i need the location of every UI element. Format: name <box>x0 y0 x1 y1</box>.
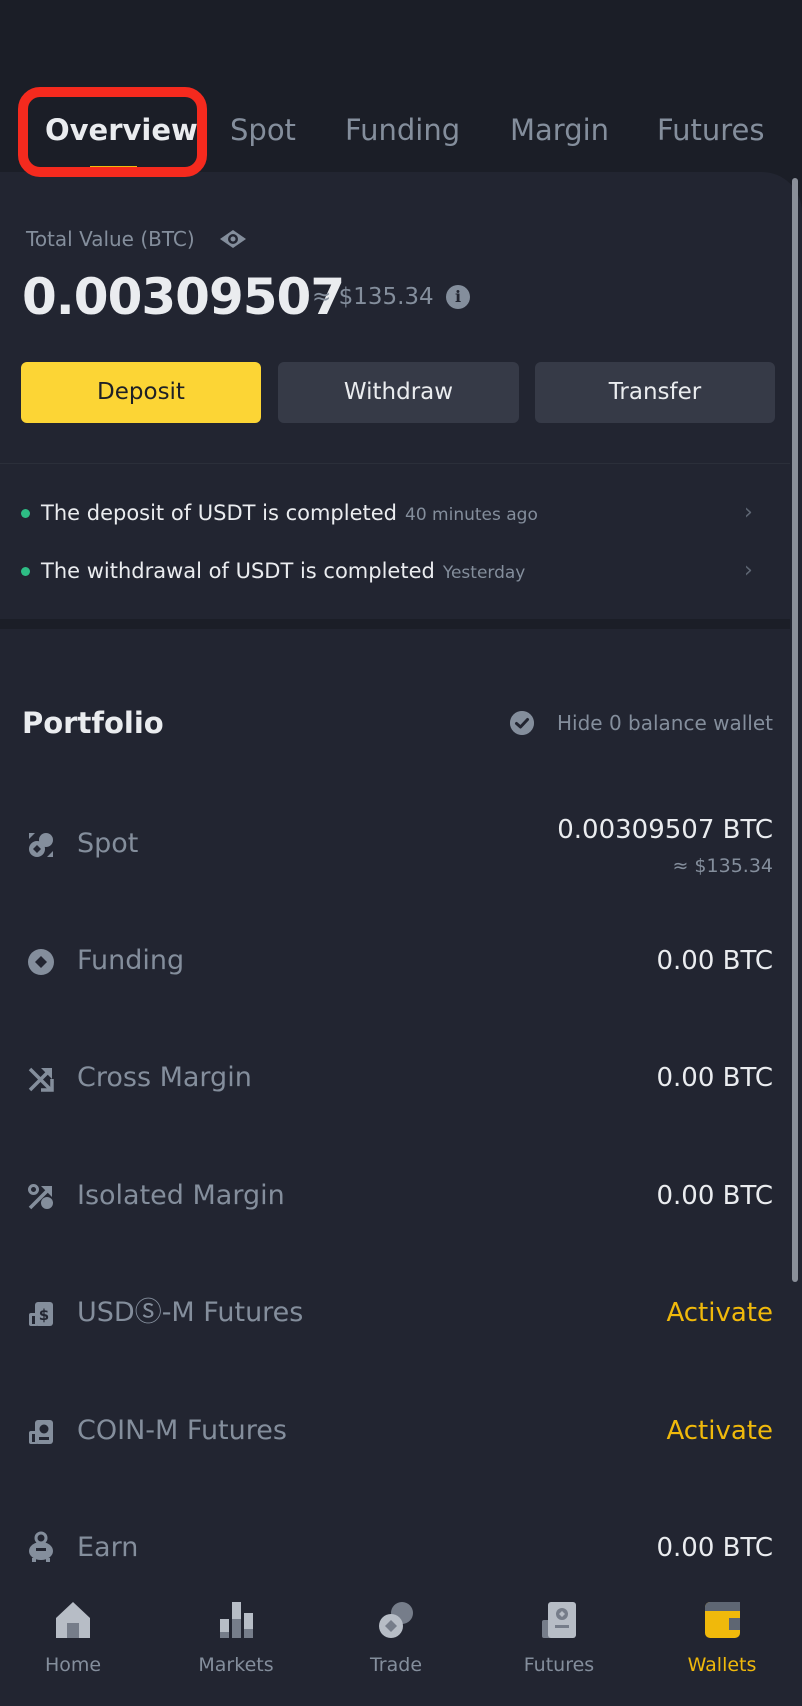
chevron-right-icon: › <box>744 500 753 525</box>
futures-icon <box>542 1602 576 1638</box>
wallet-row-cross-margin[interactable]: Cross Margin 0.00 BTC <box>0 1048 790 1108</box>
wallet-balance: 0.00 BTC <box>656 1533 773 1563</box>
wallet-row-usds-m-futures[interactable]: $ USDⓈ-M Futures Activate <box>0 1283 790 1343</box>
funding-icon <box>28 949 54 975</box>
nav-trade[interactable]: Trade <box>326 1583 466 1706</box>
notice-time: 40 minutes ago <box>405 505 538 525</box>
cross-margin-icon <box>28 1067 54 1092</box>
withdraw-button[interactable]: Withdraw <box>278 362 519 423</box>
wallet-balance: 0.00 BTC <box>656 1063 773 1093</box>
portfolio-title: Portfolio <box>22 706 164 740</box>
tab-spot[interactable]: Spot <box>230 110 296 150</box>
wallet-name: USDⓈ-M Futures <box>77 1297 304 1328</box>
chevron-right-icon: › <box>744 558 753 583</box>
notice-text: The withdrawal of USDT is completed Yeste… <box>41 557 525 587</box>
nav-label: Home <box>44 1654 102 1676</box>
info-icon[interactable]: i <box>446 285 470 309</box>
coin-m-futures-icon <box>29 1420 53 1444</box>
wallet-balance: 0.00 BTC <box>656 946 773 976</box>
total-value-label: Total Value (BTC) <box>26 227 195 251</box>
home-icon <box>56 1602 90 1638</box>
wallet-name: Cross Margin <box>77 1062 252 1093</box>
eye-icon[interactable] <box>219 229 247 249</box>
wallet-name: Earn <box>77 1532 139 1563</box>
notice-message: The deposit of USDT is completed <box>41 501 398 525</box>
wallet-balance: 0.00 BTC <box>656 1181 773 1211</box>
earn-icon <box>29 1531 53 1562</box>
wallet-name: Funding <box>77 945 185 976</box>
spot-icon <box>29 833 53 857</box>
tab-funding[interactable]: Funding <box>345 110 460 150</box>
check-circle-icon[interactable] <box>510 711 534 735</box>
usds-m-futures-icon: $ <box>29 1302 53 1326</box>
total-value: 0.00309507 <box>22 268 345 326</box>
transfer-button[interactable]: Transfer <box>535 362 775 423</box>
nav-home[interactable]: Home <box>3 1583 143 1706</box>
nav-futures[interactable]: Futures <box>489 1583 629 1706</box>
divider <box>0 463 790 464</box>
notice-item[interactable]: The deposit of USDT is completed 40 minut… <box>0 493 790 533</box>
status-dot <box>21 509 30 518</box>
wallet-balance-usd: ≈ $135.34 <box>672 855 773 877</box>
wallet-row-earn[interactable]: Earn 0.00 BTC <box>0 1518 790 1578</box>
wallet-row-funding[interactable]: Funding 0.00 BTC <box>0 931 790 991</box>
nav-label: Markets <box>198 1654 274 1676</box>
wallet-name: COIN-M Futures <box>77 1415 287 1446</box>
tab-margin[interactable]: Margin <box>510 110 609 150</box>
notice-message: The withdrawal of USDT is completed <box>41 559 435 583</box>
section-separator <box>0 619 790 629</box>
wallet-balance: 0.00309507 BTC <box>557 815 773 845</box>
notice-item[interactable]: The withdrawal of USDT is completed Yeste… <box>0 551 790 591</box>
nav-label: Wallets <box>687 1654 757 1676</box>
status-dot <box>21 567 30 576</box>
notice-time: Yesterday <box>442 563 526 583</box>
activate-link[interactable]: Activate <box>666 1295 773 1331</box>
nav-markets[interactable]: Markets <box>166 1583 306 1706</box>
svg-text:$: $ <box>39 1306 49 1324</box>
nav-label: Futures <box>523 1654 595 1676</box>
annotation-highlight-box <box>18 87 207 177</box>
hide-zero-balance-label: Hide 0 balance wallet <box>557 711 774 735</box>
isolated-margin-icon <box>28 1184 53 1210</box>
tab-futures[interactable]: Futures <box>657 110 764 150</box>
nav-label: Trade <box>369 1654 423 1676</box>
notice-text: The deposit of USDT is completed 40 minut… <box>41 499 538 529</box>
deposit-button[interactable]: Deposit <box>21 362 261 423</box>
total-value-usd: ≈ $135.34 <box>312 284 434 310</box>
trade-icon <box>379 1602 413 1638</box>
wallet-name: Isolated Margin <box>77 1180 285 1211</box>
bottom-nav: Home Markets Trade Futures Wallets <box>0 1583 802 1706</box>
nav-wallets[interactable]: Wallets <box>652 1583 792 1706</box>
wallet-row-coin-m-futures[interactable]: COIN-M Futures Activate <box>0 1401 790 1461</box>
markets-icon <box>220 1602 253 1638</box>
scrollbar[interactable] <box>792 178 798 1282</box>
wallet-name: Spot <box>77 828 139 859</box>
wallets-icon <box>705 1602 740 1638</box>
wallet-row-isolated-margin[interactable]: Isolated Margin 0.00 BTC <box>0 1166 790 1226</box>
wallet-row-spot[interactable]: Spot 0.00309507 BTC ≈ $135.34 <box>0 814 790 877</box>
activate-link[interactable]: Activate <box>666 1413 773 1449</box>
